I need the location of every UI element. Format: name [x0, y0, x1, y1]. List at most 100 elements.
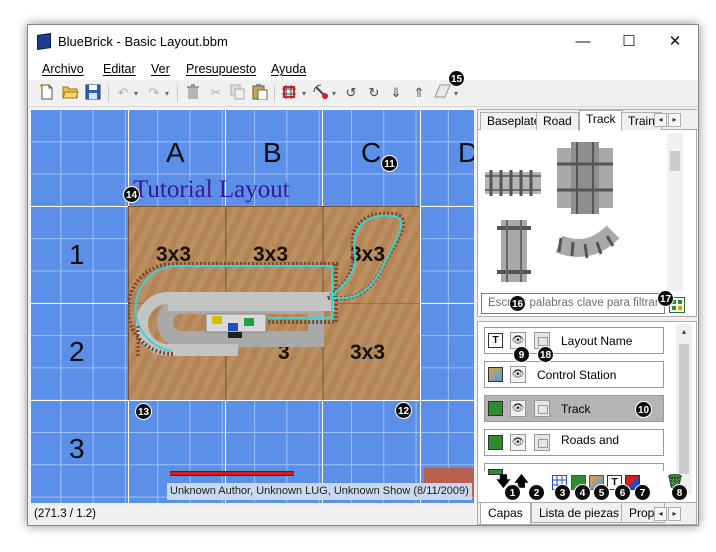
visibility-eye-icon[interactable]: 👁 [510, 366, 526, 383]
tab-scroll-right-icon[interactable]: ▸ [668, 507, 681, 521]
parts-grid [481, 134, 666, 286]
menu-ayuda[interactable]: Ayuda [271, 62, 306, 76]
tab-scroll-right-icon[interactable]: ▸ [668, 113, 681, 127]
undo-icon[interactable]: ↶ [114, 84, 132, 102]
tab-lista-de-piezas[interactable]: Lista de piezas [531, 503, 628, 523]
callout-badge: 10 [635, 401, 652, 418]
visibility-eye-icon[interactable]: 👁 [510, 400, 526, 417]
paste-icon[interactable] [251, 84, 269, 102]
layer-row[interactable]: T 👁 Layout Name [484, 327, 664, 354]
parts-library-panel: Baseplate Road Track Train ◂ ▸ Escribir … [477, 109, 698, 317]
tab-scroll-left-icon[interactable]: ◂ [654, 113, 667, 127]
new-file-icon[interactable] [38, 84, 56, 102]
tab-track[interactable]: Track [579, 110, 623, 131]
layer-name: Roads and [561, 433, 620, 447]
callout-badge: 18 [537, 346, 554, 363]
callout-badge: 4 [574, 484, 591, 501]
callout-badge: 8 [671, 484, 688, 501]
delete-icon[interactable] [184, 84, 202, 102]
cut-icon[interactable]: ✂ [207, 84, 225, 102]
callout-badge: 1 [504, 484, 521, 501]
brick-layer-icon [488, 435, 503, 450]
callout-badge: 17 [657, 290, 674, 307]
tab-capas[interactable]: Capas [480, 503, 531, 525]
layer-row[interactable]: 👁 Roads and [484, 429, 664, 456]
curve-track-part [555, 225, 620, 259]
column-label-d: D [458, 137, 474, 169]
layer-option-checkbox[interactable] [534, 400, 550, 417]
layer-name: Control Station [537, 368, 617, 382]
straight-track-part [485, 170, 541, 196]
copy-icon[interactable] [229, 84, 247, 102]
visibility-eye-icon[interactable]: 👁 [510, 434, 526, 451]
redo-icon[interactable]: ↷ [145, 84, 163, 102]
row-label-3: 3 [69, 433, 85, 464]
open-folder-icon[interactable] [61, 84, 79, 102]
callout-badge: 14 [123, 186, 140, 203]
application-window: BlueBrick - Basic Layout.bbm — ☐ ✕ Archi… [27, 24, 699, 526]
red-track-piece[interactable] [170, 471, 294, 476]
parts-tab-bar: Baseplate Road Track Train ◂ ▸ [478, 110, 698, 131]
area-layer-icon [488, 367, 503, 382]
toolbar: ↶ ▾ ↷ ▾ ✂ ▾ ▾ ↺ ↻ ⇓ ⇑ ▾ [28, 80, 698, 107]
callout-badge: 12 [395, 402, 412, 419]
cursor-coordinates: (271.3 / 1.2) [34, 508, 97, 520]
eraser-icon[interactable] [433, 84, 451, 102]
callout-badge: 3 [554, 484, 571, 501]
callout-badge: 2 [528, 484, 545, 501]
bottom-tab-bar: Capas Lista de piezas Propi ◂ ▸ [478, 502, 696, 525]
minimize-button[interactable]: — [560, 25, 606, 58]
baseplate-board[interactable]: 3x3 3x3 3x3 3 3x3 [128, 206, 474, 497]
layer-name: Track [561, 402, 591, 416]
parts-scrollbar[interactable] [667, 133, 683, 291]
layer-tools-bar: 🡇 🡅 T 🗑 1 2 3 4 5 6 7 8 [478, 471, 696, 501]
layers-scrollbar[interactable]: ▴ ▾ [676, 324, 692, 494]
switch-track-part [497, 220, 531, 282]
rotate-left-icon[interactable]: ↺ [342, 84, 360, 102]
callout-badge: 15 [448, 70, 465, 87]
close-button[interactable]: ✕ [652, 25, 698, 58]
maximize-button[interactable]: ☐ [606, 25, 652, 58]
app-icon [37, 33, 51, 50]
row-label-2: 2 [69, 336, 85, 367]
layout-title-text[interactable]: Tutorial Layout [133, 176, 290, 204]
track-layout[interactable] [128, 206, 420, 400]
snap-grid-icon[interactable] [280, 84, 298, 102]
window-title: BlueBrick - Basic Layout.bbm [58, 34, 228, 49]
menu-presupuesto[interactable]: Presupuesto [186, 62, 256, 76]
column-label-c: C [361, 137, 382, 168]
tab-road[interactable]: Road [536, 112, 579, 130]
callout-badge: 7 [634, 484, 651, 501]
menu-archivo[interactable]: Archivo [42, 62, 84, 76]
rotate-right-icon[interactable]: ↻ [365, 84, 383, 102]
title-bar: BlueBrick - Basic Layout.bbm — ☐ ✕ [28, 25, 698, 58]
column-label-a: A [166, 137, 185, 168]
callout-badge: 6 [614, 484, 631, 501]
track-parts-thumbnails[interactable] [481, 134, 666, 286]
callout-badge: 16 [509, 295, 526, 312]
send-to-back-icon[interactable]: ⇓ [387, 84, 405, 102]
status-bar: (271.3 / 1.2) [28, 505, 474, 525]
brick-layer-icon [488, 401, 503, 416]
menu-editar[interactable]: Editar [103, 62, 136, 76]
callout-badge: 11 [381, 155, 398, 172]
menu-ver[interactable]: Ver [151, 62, 170, 76]
map-canvas[interactable]: A B C D 1 2 3 Tutorial Layout 3x3 3x3 3x… [31, 109, 474, 503]
layers-panel: T 👁 Layout Name 👁 Control Station 👁 Trac… [477, 321, 697, 525]
layer-row[interactable] [484, 463, 664, 475]
callout-badge: 13 [135, 403, 152, 420]
tab-scroll-left-icon[interactable]: ◂ [654, 507, 667, 521]
layer-row[interactable]: 👁 Control Station [484, 361, 664, 388]
menu-bar: Archivo Editar Ver Presupuesto Ayuda [28, 58, 698, 80]
callout-badge: 9 [513, 346, 530, 363]
callout-badge: 5 [593, 484, 610, 501]
bring-to-front-icon[interactable]: ⇑ [410, 84, 428, 102]
row-label-1: 1 [69, 239, 85, 270]
layer-option-checkbox[interactable] [534, 434, 550, 451]
save-icon[interactable] [84, 84, 102, 102]
text-layer-icon: T [488, 333, 503, 348]
crossing-track-part [557, 142, 613, 214]
credits-label: Unknown Author, Unknown LUG, Unknown Sho… [167, 483, 472, 500]
layer-name: Layout Name [561, 334, 633, 348]
paint-icon[interactable] [312, 84, 330, 102]
